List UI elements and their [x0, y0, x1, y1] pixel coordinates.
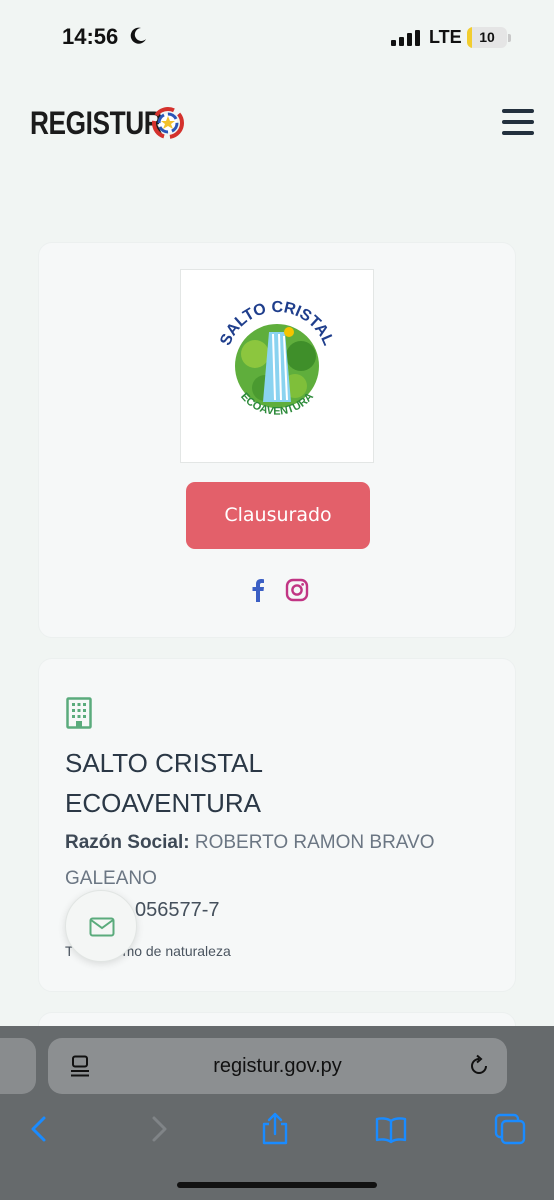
business-logo-image: SALTO CRISTAL ECOAVENTURA	[180, 269, 374, 463]
bookmarks-icon[interactable]	[374, 1112, 408, 1146]
listing-hero-card: SALTO CRISTAL ECOAVENTURA Clausurado	[38, 242, 516, 638]
contact-mail-button[interactable]	[65, 890, 137, 962]
business-name: SALTO CRISTAL ECOAVENTURA	[65, 748, 262, 818]
previous-tab-peek[interactable]	[0, 1038, 36, 1094]
salto-cristal-logo: SALTO CRISTAL ECOAVENTURA	[217, 299, 336, 418]
hamburger-menu-icon[interactable]	[500, 107, 536, 137]
mail-icon	[89, 917, 115, 937]
paraguay-seal-icon	[152, 107, 184, 139]
browser-toolbar: registur.gov.py	[0, 1026, 554, 1200]
business-type-end: smo de naturaleza	[115, 943, 231, 959]
legal-name-row: Razón Social: ROBERTO RAMON BRAVO GALEAN…	[65, 825, 485, 897]
signal-icon	[391, 30, 420, 46]
building-icon	[66, 697, 92, 729]
battery-level: 10	[479, 29, 495, 45]
tabs-icon[interactable]	[493, 1112, 527, 1146]
network-label: LTE	[429, 27, 462, 47]
address-bar[interactable]: registur.gov.py	[48, 1038, 507, 1094]
reload-icon[interactable]	[468, 1054, 490, 1078]
share-icon[interactable]	[258, 1112, 292, 1146]
forward-chevron-icon	[152, 1116, 167, 1142]
status-time: 14:56	[62, 24, 119, 49]
site-header: REGISTUR	[0, 96, 554, 152]
battery-icon: 10	[467, 27, 507, 48]
back-chevron-icon[interactable]	[24, 1112, 58, 1146]
home-indicator	[177, 1182, 377, 1188]
url-text: registur.gov.py	[213, 1055, 342, 1077]
facebook-icon[interactable]	[247, 578, 269, 602]
status-bar: 14:56 LTE 10	[0, 0, 554, 76]
ruc-value: 056577-7	[135, 899, 220, 921]
battery-nub	[508, 34, 511, 42]
status-badge-button[interactable]: Clausurado	[186, 482, 370, 549]
moon-icon	[130, 27, 146, 44]
registur-logo[interactable]: REGISTUR	[30, 105, 163, 142]
instagram-icon[interactable]	[285, 578, 309, 602]
legal-name-label: Razón Social:	[65, 832, 190, 853]
